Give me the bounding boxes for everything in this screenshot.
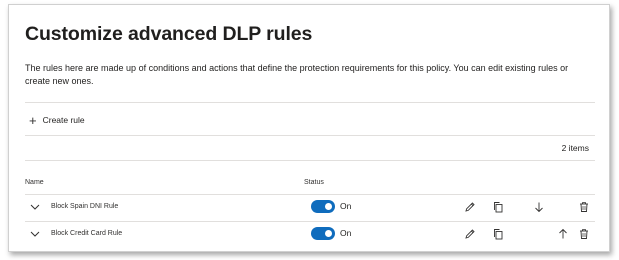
page-description: The rules here are made up of conditions…: [25, 63, 569, 86]
status-text: On: [340, 228, 352, 238]
status-toggle[interactable]: [311, 200, 335, 213]
rule-name: Block Spain DNI Rule: [51, 203, 119, 210]
plus-icon: +: [29, 112, 37, 128]
column-header-status[interactable]: Status: [304, 179, 324, 186]
arrow-up-icon[interactable]: [557, 228, 569, 240]
table-row[interactable]: Block Spain DNI Rule On: [25, 195, 595, 221]
create-rule-button[interactable]: + Create rule: [29, 112, 85, 128]
dlp-rules-panel: Customize advanced DLP rules The rules h…: [8, 4, 610, 252]
status-text: On: [340, 201, 352, 211]
item-count: 2 items: [561, 143, 589, 153]
chevron-down-icon[interactable]: [29, 228, 41, 240]
copy-icon[interactable]: [492, 228, 504, 240]
copy-icon[interactable]: [492, 201, 504, 213]
pencil-icon[interactable]: [464, 201, 476, 213]
chevron-down-icon[interactable]: [29, 201, 41, 213]
rule-name: Block Credit Card Rule: [51, 230, 123, 237]
column-header-name[interactable]: Name: [25, 179, 44, 186]
divider: [25, 135, 595, 136]
create-rule-label: Create rule: [42, 115, 85, 125]
toggle-knob: [325, 203, 332, 210]
trash-icon[interactable]: [578, 228, 590, 240]
arrow-down-icon[interactable]: [533, 201, 545, 213]
trash-icon[interactable]: [578, 201, 590, 213]
status-toggle[interactable]: [311, 227, 335, 240]
pencil-icon[interactable]: [464, 228, 476, 240]
page-title: Customize advanced DLP rules: [25, 23, 313, 45]
table-row[interactable]: Block Credit Card Rule On: [25, 222, 595, 248]
toggle-knob: [325, 230, 332, 237]
divider: [25, 102, 595, 103]
divider: [25, 160, 595, 161]
